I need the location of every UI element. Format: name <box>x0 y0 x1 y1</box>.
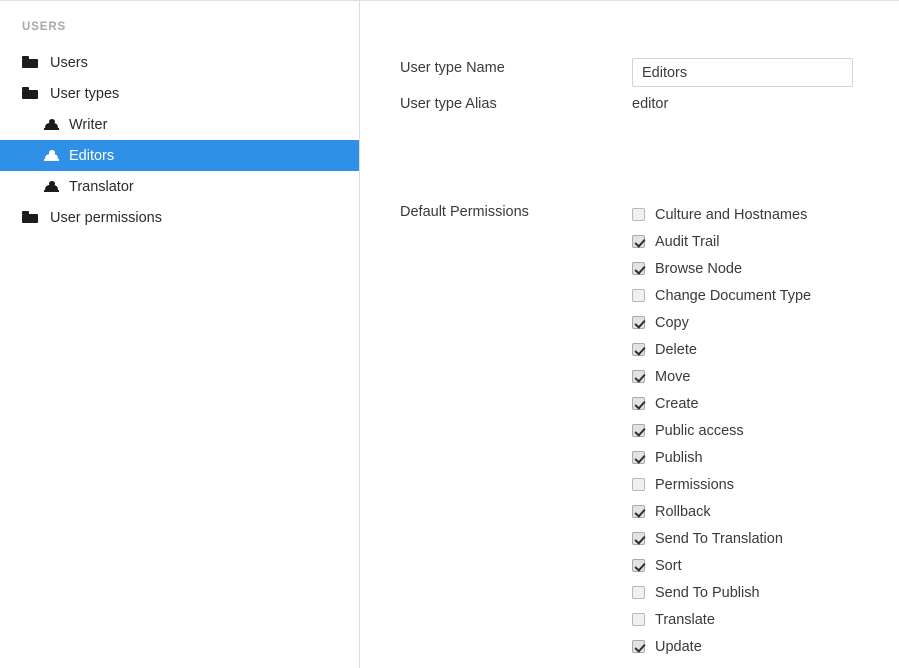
permission-row[interactable]: Audit Trail <box>632 228 811 255</box>
permission-checkbox[interactable] <box>632 586 645 599</box>
permission-row[interactable]: Public access <box>632 417 811 444</box>
permission-row[interactable]: Update <box>632 633 811 660</box>
permission-checkbox[interactable] <box>632 559 645 572</box>
permission-checkbox[interactable] <box>632 343 645 356</box>
permission-checkbox[interactable] <box>632 532 645 545</box>
user-type-alias-label: User type Alias <box>400 94 632 114</box>
sidebar-item-label: Writer <box>69 117 107 133</box>
permission-label: Publish <box>655 450 703 466</box>
permission-label: Culture and Hostnames <box>655 207 807 223</box>
permission-label: Send To Publish <box>655 585 760 601</box>
permission-row[interactable]: Create <box>632 390 811 417</box>
permission-row[interactable]: Copy <box>632 309 811 336</box>
sidebar-item-user-permissions[interactable]: User permissions <box>0 202 359 233</box>
folder-icon <box>22 210 39 225</box>
permission-label: Send To Translation <box>655 531 783 547</box>
permission-checkbox[interactable] <box>632 613 645 626</box>
permission-label: Delete <box>655 342 697 358</box>
permission-checkbox[interactable] <box>632 451 645 464</box>
permission-checkbox[interactable] <box>632 424 645 437</box>
sidebar-item-users[interactable]: Users <box>0 47 359 78</box>
permission-row[interactable]: Send To Publish <box>632 579 811 606</box>
default-permissions-row: Default Permissions Culture and Hostname… <box>400 202 811 660</box>
permission-row[interactable]: Permissions <box>632 471 811 498</box>
sidebar-item-label: User types <box>50 86 119 102</box>
sidebar-item-label: User permissions <box>50 210 162 226</box>
permission-label: Sort <box>655 558 682 574</box>
permission-row[interactable]: Publish <box>632 444 811 471</box>
user-type-name-input[interactable] <box>632 58 853 87</box>
sidebar: USERS Users User types Writer Editors Transl… <box>0 1 360 668</box>
user-type-name-label: User type Name <box>400 58 632 78</box>
permission-checkbox[interactable] <box>632 397 645 410</box>
permission-checkbox[interactable] <box>632 262 645 275</box>
sidebar-item-user-types[interactable]: User types <box>0 78 359 109</box>
folder-icon <box>22 86 39 101</box>
default-permissions-label: Default Permissions <box>400 202 632 222</box>
permission-checkbox[interactable] <box>632 316 645 329</box>
permission-label: Browse Node <box>655 261 742 277</box>
permissions-list: Culture and Hostnames Audit Trail Browse N… <box>632 201 811 660</box>
permission-checkbox[interactable] <box>632 289 645 302</box>
permission-label: Translate <box>655 612 715 628</box>
permission-checkbox[interactable] <box>632 208 645 221</box>
sidebar-item-label: Translator <box>69 179 134 195</box>
user-type-alias-value: editor <box>632 94 668 114</box>
user-group-icon <box>44 118 59 132</box>
permission-row[interactable]: Move <box>632 363 811 390</box>
sidebar-tree: Users User types Writer Editors Translator Us… <box>0 47 359 233</box>
permission-label: Update <box>655 639 702 655</box>
user-group-icon <box>44 149 59 163</box>
permission-checkbox[interactable] <box>632 478 645 491</box>
user-type-alias-row: User type Alias editor <box>400 94 668 114</box>
permission-label: Copy <box>655 315 689 331</box>
user-type-name-row: User type Name <box>400 58 853 87</box>
permission-label: Permissions <box>655 477 734 493</box>
permission-checkbox[interactable] <box>632 370 645 383</box>
app-root: USERS Users User types Writer Editors Transl… <box>0 0 899 668</box>
sidebar-item-editors[interactable]: Editors <box>0 140 359 171</box>
permission-row[interactable]: Send To Translation <box>632 525 811 552</box>
permission-row[interactable]: Sort <box>632 552 811 579</box>
permission-label: Audit Trail <box>655 234 719 250</box>
permission-checkbox[interactable] <box>632 640 645 653</box>
permission-label: Change Document Type <box>655 288 811 304</box>
permission-label: Create <box>655 396 699 412</box>
permission-row[interactable]: Browse Node <box>632 255 811 282</box>
permission-label: Move <box>655 369 690 385</box>
permission-row[interactable]: Translate <box>632 606 811 633</box>
permission-row[interactable]: Culture and Hostnames <box>632 201 811 228</box>
permission-checkbox[interactable] <box>632 235 645 248</box>
sidebar-item-label: Editors <box>69 148 114 164</box>
permission-row[interactable]: Rollback <box>632 498 811 525</box>
user-group-icon <box>44 180 59 194</box>
sidebar-item-writer[interactable]: Writer <box>0 109 359 140</box>
sidebar-item-translator[interactable]: Translator <box>0 171 359 202</box>
permission-label: Public access <box>655 423 744 439</box>
permission-label: Rollback <box>655 504 711 520</box>
permission-row[interactable]: Delete <box>632 336 811 363</box>
permission-row[interactable]: Change Document Type <box>632 282 811 309</box>
permission-checkbox[interactable] <box>632 505 645 518</box>
sidebar-item-label: Users <box>50 55 88 71</box>
sidebar-section-title: USERS <box>22 20 359 35</box>
content-panel: User type Name User type Alias editor De… <box>361 1 899 668</box>
folder-icon <box>22 55 39 70</box>
